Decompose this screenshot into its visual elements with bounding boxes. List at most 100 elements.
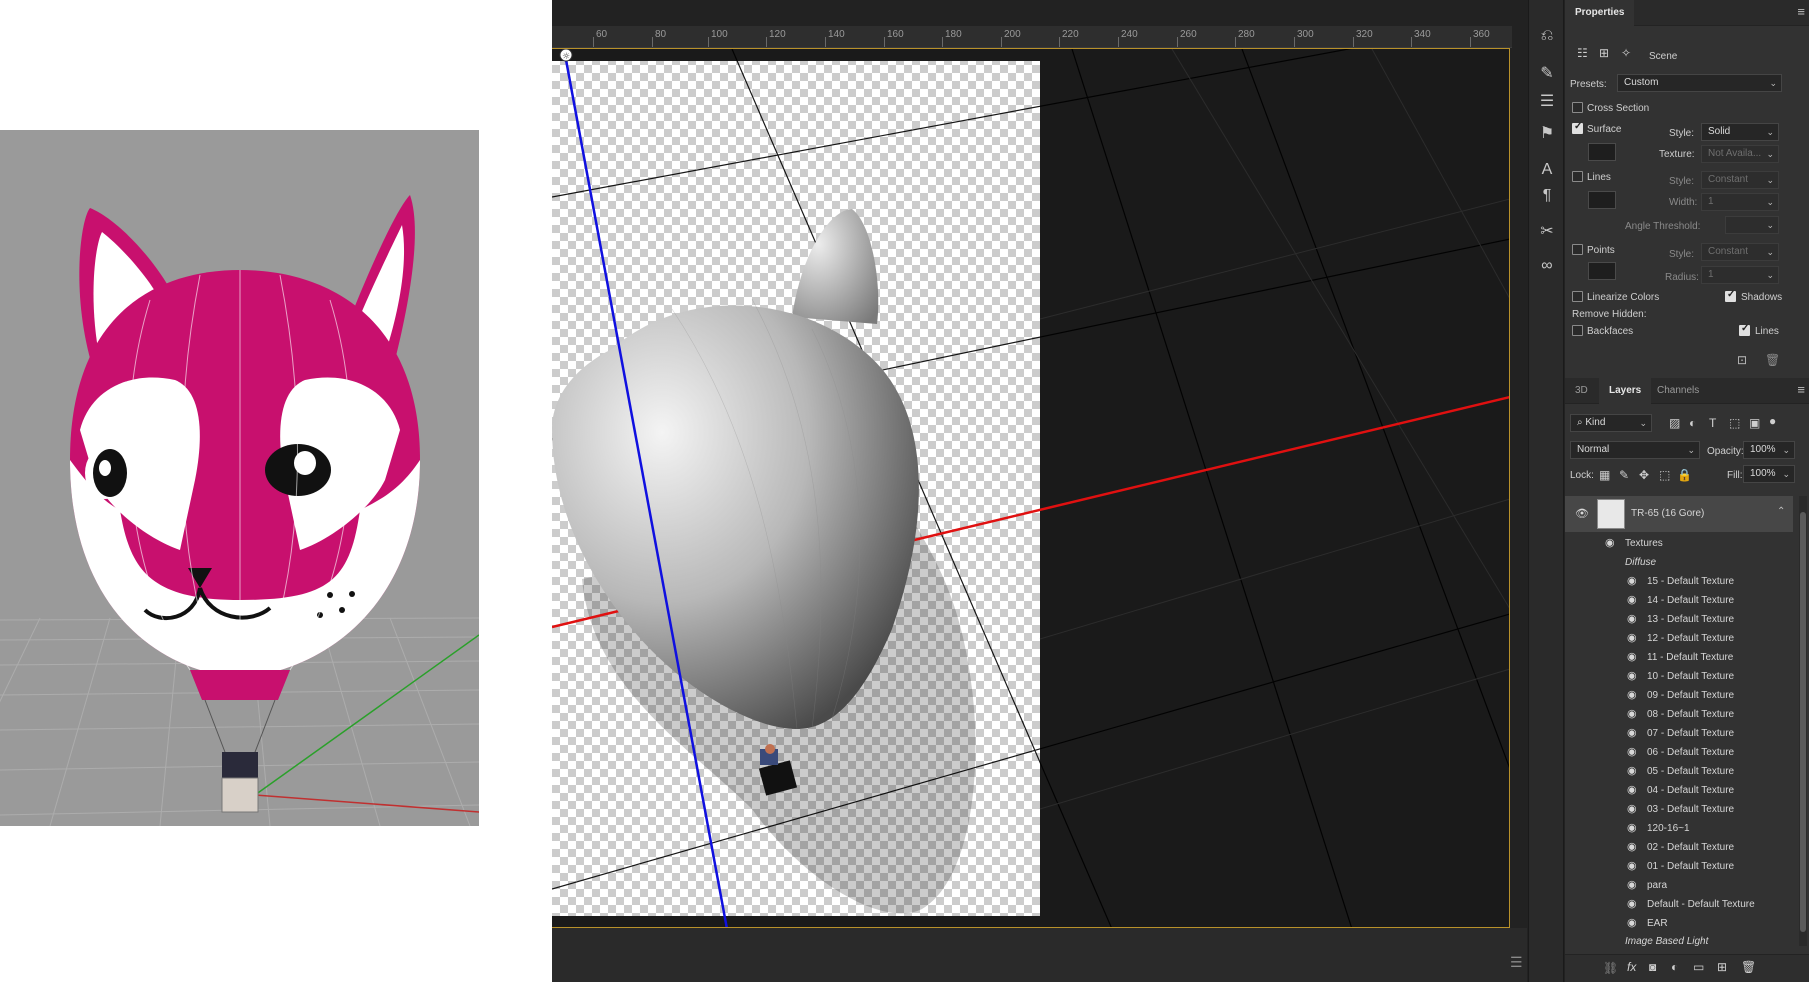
- texture-item[interactable]: ◉ EAR: [1627, 914, 1668, 933]
- visibility-eye-icon[interactable]: ◉: [1627, 667, 1637, 686]
- lines-width-field[interactable]: 1 ⌄: [1701, 193, 1779, 211]
- new-layer-icon[interactable]: ⊞: [1717, 960, 1727, 974]
- panel-menu-icon[interactable]: ≡: [1797, 382, 1805, 397]
- visibility-eye-icon[interactable]: ◉: [1627, 876, 1637, 895]
- filter-toggle-icon[interactable]: ●: [1769, 414, 1776, 428]
- brush-presets-icon[interactable]: ✎: [1535, 62, 1559, 86]
- tools-icon[interactable]: ✂: [1535, 220, 1559, 244]
- texture-item[interactable]: ◉ 13 - Default Texture: [1627, 610, 1734, 629]
- visibility-eye-icon[interactable]: ◉: [1605, 534, 1615, 553]
- texture-item[interactable]: ◉ 03 - Default Texture: [1627, 800, 1734, 819]
- visibility-eye-icon[interactable]: ◉: [1627, 819, 1637, 838]
- libraries-icon[interactable]: ∞: [1535, 254, 1559, 278]
- surface-checkbox[interactable]: [1572, 121, 1583, 134]
- lines-style-select[interactable]: Constant ⌄: [1701, 171, 1779, 189]
- tab-properties[interactable]: Properties: [1565, 0, 1635, 26]
- texture-item[interactable]: ◉ 04 - Default Texture: [1627, 781, 1734, 800]
- angle-threshold-field[interactable]: ⌄: [1725, 216, 1779, 234]
- tab-3d[interactable]: 3D: [1565, 378, 1598, 404]
- surface-color-swatch[interactable]: [1588, 143, 1616, 161]
- delete-layer-icon[interactable]: 🗑: [1741, 960, 1756, 974]
- adjustment-layer-icon[interactable]: ◐: [1671, 960, 1678, 974]
- texture-item[interactable]: ◉ Default - Default Texture: [1627, 895, 1755, 914]
- linearize-colors-checkbox[interactable]: [1572, 291, 1583, 302]
- layer-row-3d[interactable]: 👁 TR-65 (16 Gore) ⌃: [1565, 496, 1793, 532]
- layers-scrollbar[interactable]: [1799, 496, 1807, 946]
- visibility-eye-icon[interactable]: ◉: [1627, 572, 1637, 591]
- texture-item[interactable]: ◉ 14 - Default Texture: [1627, 591, 1734, 610]
- visibility-eye-icon[interactable]: ◉: [1627, 629, 1637, 648]
- status-menu-icon[interactable]: ☰: [1510, 954, 1523, 971]
- texture-item[interactable]: ◉ 10 - Default Texture: [1627, 667, 1734, 686]
- lock-artboard-icon[interactable]: ⬚: [1659, 468, 1670, 482]
- visibility-eye-icon[interactable]: ◉: [1627, 610, 1637, 629]
- light-mode-icon[interactable]: ✧: [1621, 46, 1631, 60]
- scene-mode-icon[interactable]: ☷: [1577, 46, 1588, 60]
- texture-item[interactable]: ◉ 11 - Default Texture: [1627, 648, 1733, 667]
- paragraph-icon[interactable]: ¶: [1535, 184, 1559, 208]
- points-checkbox[interactable]: [1572, 244, 1583, 255]
- remove-lines-checkbox[interactable]: [1739, 323, 1750, 336]
- lines-checkbox[interactable]: [1572, 171, 1583, 182]
- visibility-eye-icon[interactable]: ◉: [1627, 743, 1637, 762]
- texture-item[interactable]: ◉ para: [1627, 876, 1667, 895]
- filter-adjustment-icon[interactable]: ◐: [1689, 416, 1696, 430]
- shadows-checkbox[interactable]: [1725, 289, 1736, 302]
- presets-select[interactable]: Custom ⌄: [1617, 74, 1782, 92]
- layer-filter-select[interactable]: ⌕ Kind ⌄: [1570, 414, 1652, 432]
- surface-style-select[interactable]: Solid ⌄: [1701, 123, 1779, 141]
- cross-section-checkbox[interactable]: [1572, 102, 1583, 113]
- visibility-eye-icon[interactable]: ◉: [1627, 648, 1637, 667]
- visibility-eye-icon[interactable]: ◉: [1627, 705, 1637, 724]
- texture-item[interactable]: ◉ 07 - Default Texture: [1627, 724, 1734, 743]
- lines-color-swatch[interactable]: [1588, 191, 1616, 209]
- visibility-eye-icon[interactable]: ◉: [1627, 781, 1637, 800]
- opacity-field[interactable]: 100% ⌄: [1743, 441, 1795, 459]
- texture-item[interactable]: ◉ 12 - Default Texture: [1627, 629, 1734, 648]
- lock-transparent-icon[interactable]: ▦: [1599, 468, 1610, 482]
- link-layers-icon[interactable]: ⛓: [1603, 961, 1618, 975]
- lock-paint-icon[interactable]: ✎: [1619, 468, 1629, 482]
- textures-group[interactable]: ◉ Textures: [1605, 534, 1663, 553]
- fx-icon[interactable]: fx: [1627, 960, 1636, 974]
- visibility-eye-icon[interactable]: ◉: [1627, 800, 1637, 819]
- texture-item[interactable]: ◉ 01 - Default Texture: [1627, 857, 1734, 876]
- new-group-icon[interactable]: ▭: [1693, 960, 1704, 974]
- collapse-arrow-icon[interactable]: ⌃: [1777, 506, 1785, 517]
- points-style-select[interactable]: Constant ⌄: [1701, 243, 1779, 261]
- visibility-eye-icon[interactable]: ◉: [1627, 914, 1637, 933]
- backfaces-checkbox[interactable]: [1572, 325, 1583, 336]
- filter-pixel-icon[interactable]: ▨: [1669, 416, 1680, 430]
- visibility-eye-icon[interactable]: ◉: [1627, 857, 1637, 876]
- points-radius-field[interactable]: 1 ⌄: [1701, 266, 1779, 284]
- render-icon[interactable]: ⊡: [1737, 353, 1747, 367]
- texture-item[interactable]: ◉ 06 - Default Texture: [1627, 743, 1734, 762]
- texture-item[interactable]: ◉ 08 - Default Texture: [1627, 705, 1734, 724]
- visibility-eye-icon[interactable]: ◉: [1627, 895, 1637, 914]
- lock-position-icon[interactable]: ✥: [1639, 468, 1649, 482]
- texture-item[interactable]: ◉ 15 - Default Texture: [1627, 572, 1734, 591]
- tab-layers[interactable]: Layers: [1599, 378, 1652, 404]
- mesh-mode-icon[interactable]: ⊞: [1599, 46, 1609, 60]
- scrollbar-thumb[interactable]: [1800, 512, 1806, 932]
- filter-smart-object-icon[interactable]: ▣: [1749, 416, 1760, 430]
- visibility-eye-icon[interactable]: ◉: [1627, 591, 1637, 610]
- blend-mode-select[interactable]: Normal ⌄: [1570, 441, 1700, 459]
- points-color-swatch[interactable]: [1588, 262, 1616, 280]
- adjustments-icon[interactable]: ☰: [1535, 90, 1559, 114]
- texture-item[interactable]: ◉ 09 - Default Texture: [1627, 686, 1734, 705]
- trash-icon[interactable]: 🗑: [1765, 353, 1780, 367]
- add-mask-icon[interactable]: ◙: [1649, 960, 1656, 974]
- surface-texture-select[interactable]: Not Availa... ⌄: [1701, 145, 1779, 163]
- visibility-eye-icon[interactable]: ◉: [1627, 762, 1637, 781]
- history-icon[interactable]: ⎌: [1535, 24, 1559, 48]
- texture-item[interactable]: ◉ 02 - Default Texture: [1627, 838, 1734, 857]
- clone-source-icon[interactable]: ⚑: [1535, 122, 1559, 146]
- panel-menu-icon[interactable]: ≡: [1797, 4, 1805, 19]
- texture-item[interactable]: ◉ 05 - Default Texture: [1627, 762, 1734, 781]
- visibility-eye-icon[interactable]: ◉: [1627, 724, 1637, 743]
- fill-field[interactable]: 100% ⌄: [1743, 465, 1795, 483]
- visibility-eye-icon[interactable]: ◉: [1627, 838, 1637, 857]
- filter-shape-icon[interactable]: ⬚: [1729, 416, 1740, 430]
- visibility-eye-icon[interactable]: 👁: [1575, 507, 1589, 520]
